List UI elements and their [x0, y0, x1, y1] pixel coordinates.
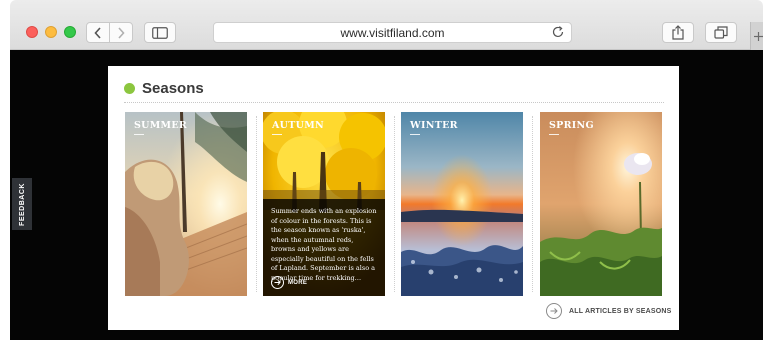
more-link[interactable]: MORE: [271, 276, 307, 289]
minimize-window-button[interactable]: [45, 26, 57, 38]
tabs-overview-button[interactable]: [705, 22, 737, 43]
sidebar-icon: [152, 26, 168, 39]
season-card-autumn[interactable]: AUTUMN Summer ends with an explosion of …: [263, 112, 385, 296]
season-card-summer[interactable]: SUMMER: [125, 112, 247, 296]
autumn-description: Summer ends with an explosion of colour …: [271, 207, 377, 282]
url-text: www.visitfiland.com: [340, 25, 445, 40]
label-underline: [272, 134, 282, 135]
back-button[interactable]: [86, 22, 110, 43]
web-viewport: FEEDBACK Seasons SUMMER AUTUMN Summer en…: [10, 50, 763, 340]
seasons-panel: Seasons SUMMER AUTUMN Summer ends with a…: [108, 66, 679, 330]
label-underline: [549, 134, 559, 135]
summer-photo: [125, 112, 247, 296]
share-icon: [672, 25, 684, 40]
reload-icon[interactable]: [551, 25, 565, 39]
forward-button[interactable]: [109, 22, 133, 43]
all-articles-link[interactable]: ALL ARTICLES BY SEASONS: [546, 303, 671, 319]
tabs-overview-icon: [714, 26, 728, 39]
season-label-winter: WINTER: [410, 120, 458, 131]
season-card-winter[interactable]: WINTER: [401, 112, 523, 296]
chevron-right-icon: [118, 26, 125, 39]
card-divider: [532, 116, 533, 292]
share-button[interactable]: [662, 22, 694, 43]
card-divider: [394, 116, 395, 292]
feedback-label: FEEDBACK: [18, 182, 26, 226]
autumn-description-overlay: Summer ends with an explosion of colour …: [263, 199, 385, 296]
label-underline: [134, 134, 144, 135]
chevron-left-icon: [94, 26, 101, 39]
card-divider: [256, 116, 257, 292]
section-title: Seasons: [142, 79, 204, 97]
plus-icon: [754, 31, 763, 41]
season-label-autumn: AUTUMN: [272, 120, 325, 131]
new-tab-button[interactable]: [750, 22, 763, 50]
label-underline: [410, 134, 420, 135]
browser-toolbar: www.visitfiland.com: [10, 0, 763, 50]
arrow-right-circle-icon: [546, 303, 562, 319]
zoom-window-button[interactable]: [64, 26, 76, 38]
season-card-spring[interactable]: SPRING: [540, 112, 662, 296]
more-label: MORE: [288, 279, 308, 286]
winter-photo: [401, 112, 523, 296]
section-header: Seasons: [124, 80, 664, 103]
close-window-button[interactable]: [26, 26, 38, 38]
feedback-tab[interactable]: FEEDBACK: [12, 178, 32, 230]
spring-photo: [540, 112, 662, 296]
season-label-summer: SUMMER: [134, 120, 188, 131]
address-bar[interactable]: www.visitfiland.com: [213, 22, 572, 43]
season-label-spring: SPRING: [549, 120, 594, 131]
arrow-right-circle-icon: [271, 276, 284, 289]
sidebar-toggle-button[interactable]: [144, 22, 176, 43]
all-articles-label: ALL ARTICLES BY SEASONS: [569, 307, 672, 315]
section-bullet-dot: [124, 82, 135, 94]
